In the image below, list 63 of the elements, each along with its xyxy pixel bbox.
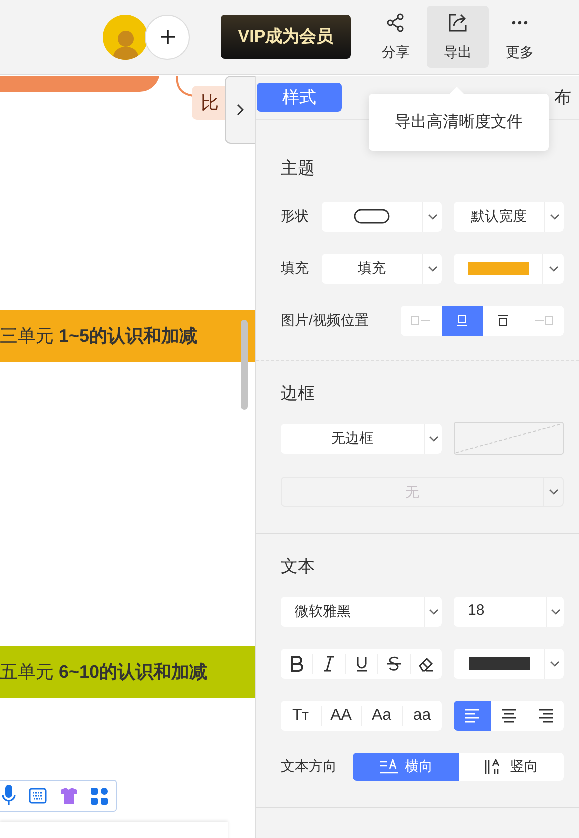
toolbar-action[interactable]: 分享: [365, 6, 427, 68]
image-above-icon: [498, 314, 508, 326]
case-button[interactable]: AA: [320, 706, 361, 726]
field-label: 图片/视频位置: [281, 311, 370, 330]
vip-button[interactable]: VIP成为会员: [221, 15, 351, 59]
text-color-select[interactable]: [454, 648, 564, 678]
chevron-down-icon: [428, 608, 438, 614]
field-label: 形状: [281, 207, 310, 226]
more-icon: [511, 20, 529, 24]
menu-item[interactable]: 导出高清晰度文件: [395, 110, 523, 134]
chevron-down-icon: [550, 608, 560, 614]
apps-icon[interactable]: [91, 788, 108, 804]
toolbar-action[interactable]: 导出: [427, 6, 489, 68]
panel-tab[interactable]: 样式: [257, 83, 342, 112]
chevron-down-icon: [428, 436, 438, 442]
section-title: 文本: [281, 556, 316, 578]
connector-line: [176, 76, 194, 98]
field-label: 文本方向: [281, 757, 338, 776]
case-button[interactable]: Aa: [361, 706, 402, 726]
export-icon: [447, 12, 469, 34]
direction-option[interactable]: 横向: [353, 752, 458, 780]
horizontal-text-icon: [378, 758, 399, 774]
chevron-down-icon: [548, 489, 558, 495]
chevron-down-icon: [428, 266, 438, 272]
section-title: 主题: [281, 158, 316, 180]
fill-color-select[interactable]: [454, 254, 564, 284]
chevron-down-icon: [428, 214, 438, 220]
chevron-down-icon: [548, 266, 558, 272]
toolbar-action[interactable]: 更多: [489, 6, 551, 68]
topic-node[interactable]: 五单元 6~10的认识和加减: [0, 646, 255, 698]
font-select[interactable]: 微软雅黑: [281, 596, 442, 626]
plus-icon: [160, 29, 176, 45]
rounded-rectangle-icon: [354, 209, 390, 224]
chevron-down-icon: [550, 660, 560, 666]
width-select[interactable]: 默认宽度: [454, 202, 564, 232]
border-color-preview[interactable]: [454, 422, 564, 455]
align-right-icon: [536, 706, 555, 724]
case-button[interactable]: aa: [402, 706, 442, 726]
case-button[interactable]: TT: [281, 706, 320, 726]
align-left-icon: [463, 706, 482, 724]
section-title: 边框: [281, 382, 316, 404]
share-icon: [386, 12, 406, 32]
shirt-icon[interactable]: [60, 788, 78, 804]
fill-select[interactable]: 填充: [322, 254, 442, 284]
topic-node[interactable]: 三单元 1~5的认识和加减: [0, 310, 255, 362]
topic-node[interactable]: 比: [192, 86, 225, 120]
strikethrough-icon: [384, 654, 403, 672]
image-right-icon: [534, 316, 554, 326]
add-button[interactable]: [145, 14, 190, 60]
image-left-icon: [411, 316, 432, 326]
border-style-select[interactable]: 无边框: [281, 424, 442, 454]
microphone-icon[interactable]: [2, 785, 16, 807]
field-label: 填充: [281, 259, 310, 278]
scrollbar[interactable]: [241, 320, 248, 410]
panel-tab[interactable]: 布: [550, 83, 576, 112]
chevron-down-icon: [550, 214, 560, 220]
chevron-right-icon: [237, 104, 244, 116]
font-size-select[interactable]: 18: [454, 596, 564, 626]
image-below-icon: [457, 314, 468, 326]
keyboard-icon[interactable]: [29, 788, 47, 804]
direction-option[interactable]: 竖向: [458, 752, 564, 780]
align-center-icon: [500, 706, 518, 724]
shape-select[interactable]: [322, 202, 442, 232]
